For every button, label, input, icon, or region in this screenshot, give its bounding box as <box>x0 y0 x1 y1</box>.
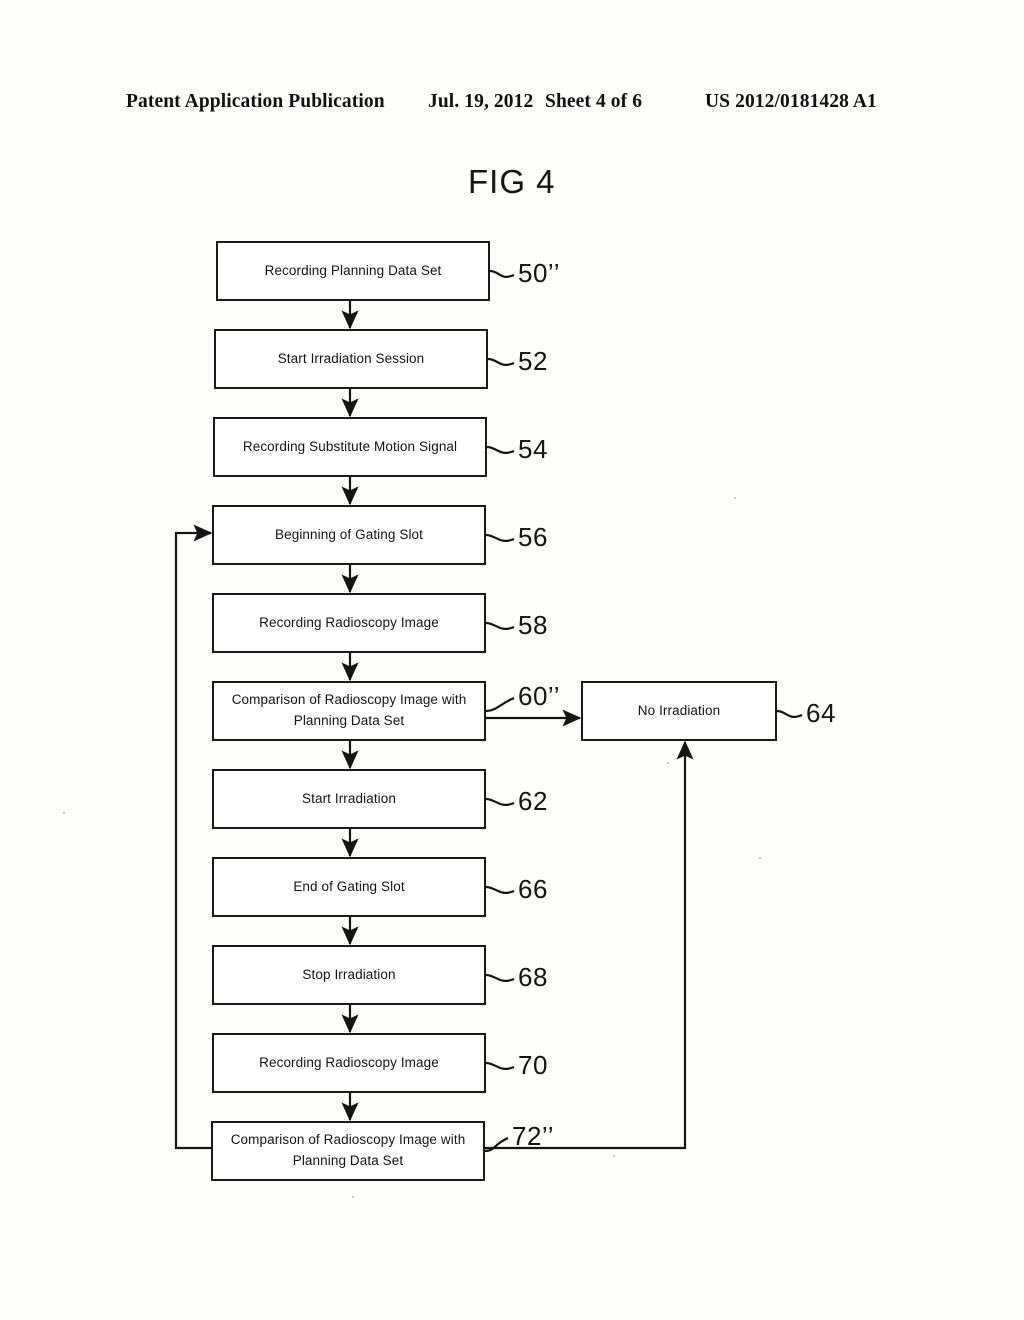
reference-numeral-66: 66 <box>518 874 548 904</box>
flowchart-node-64: No Irradiation <box>581 681 777 741</box>
scan-speckle <box>63 812 65 814</box>
reference-numeral-60: 60’’ <box>518 681 561 711</box>
reference-leader-70 <box>485 1061 515 1071</box>
scan-speckle <box>667 762 669 764</box>
reference-leader-58 <box>485 621 515 631</box>
scan-speckle <box>759 857 761 859</box>
flowchart-node-66: End of Gating Slot <box>212 857 486 917</box>
scan-speckle <box>613 1155 615 1157</box>
reference-leader-50 <box>489 269 515 279</box>
reference-numeral-72: 72’’ <box>512 1121 555 1151</box>
reference-leader-62 <box>485 797 515 807</box>
reference-leader-52 <box>487 357 515 367</box>
flowchart-node-label: Comparison of Radioscopy Image with Plann… <box>231 692 467 728</box>
flowchart-node-label: Recording Radioscopy Image <box>259 1054 439 1070</box>
reference-numeral-56: 56 <box>518 522 548 552</box>
flowchart-node-label: No Irradiation <box>637 702 721 718</box>
reference-numeral-54: 54 <box>518 434 548 464</box>
reference-leader-68 <box>485 973 515 983</box>
reference-leader-60 <box>485 696 515 713</box>
flowchart-node-label: Start Irradiation <box>302 790 396 806</box>
flowchart-node-60: Comparison of Radioscopy Image with Plann… <box>212 681 486 741</box>
reference-numeral-58: 58 <box>518 610 548 640</box>
flowchart-diagram: Recording Planning Data Set Start Irradia… <box>0 0 1024 1320</box>
flowchart-node-54: Recording Substitute Motion Signal <box>213 417 487 477</box>
flowchart-node-58: Recording Radioscopy Image <box>212 593 486 653</box>
reference-numeral-64: 64 <box>806 698 836 728</box>
flowchart-node-label: Comparison of Radioscopy Image with Plann… <box>230 1132 466 1168</box>
flowchart-node-52: Start Irradiation Session <box>214 329 488 389</box>
reference-leader-66 <box>485 885 515 895</box>
reference-numeral-70: 70 <box>518 1050 548 1080</box>
flowchart-node-label: Recording Planning Data Set <box>264 262 442 278</box>
flowchart-node-label: Stop Irradiation <box>302 966 396 982</box>
reference-leader-64 <box>776 709 803 719</box>
flowchart-node-label: End of Gating Slot <box>293 878 405 894</box>
flowchart-node-label: Recording Radioscopy Image <box>259 614 439 630</box>
scan-speckle <box>352 1196 354 1198</box>
flowchart-node-50: Recording Planning Data Set <box>216 241 490 301</box>
reference-leader-56 <box>485 533 515 543</box>
flowchart-node-label: Recording Substitute Motion Signal <box>242 438 458 454</box>
flowchart-node-70: Recording Radioscopy Image <box>212 1033 486 1093</box>
flowchart-node-62: Start Irradiation <box>212 769 486 829</box>
reference-numeral-68: 68 <box>518 962 548 992</box>
flowchart-node-label: Start Irradiation Session <box>277 350 425 366</box>
connector-72-to-64 <box>485 740 694 1150</box>
reference-numeral-62: 62 <box>518 786 548 816</box>
reference-leader-54 <box>486 445 515 455</box>
reference-numeral-52: 52 <box>518 346 548 376</box>
connector-72-to-56-feedback <box>174 524 213 1150</box>
flowchart-node-72: Comparison of Radioscopy Image with Plann… <box>211 1121 485 1181</box>
reference-numeral-50: 50’’ <box>518 258 561 288</box>
flowchart-node-label: Beginning of Gating Slot <box>275 526 423 542</box>
flowchart-node-68: Stop Irradiation <box>212 945 486 1005</box>
flowchart-node-56: Beginning of Gating Slot <box>212 505 486 565</box>
scan-speckle <box>734 497 736 499</box>
